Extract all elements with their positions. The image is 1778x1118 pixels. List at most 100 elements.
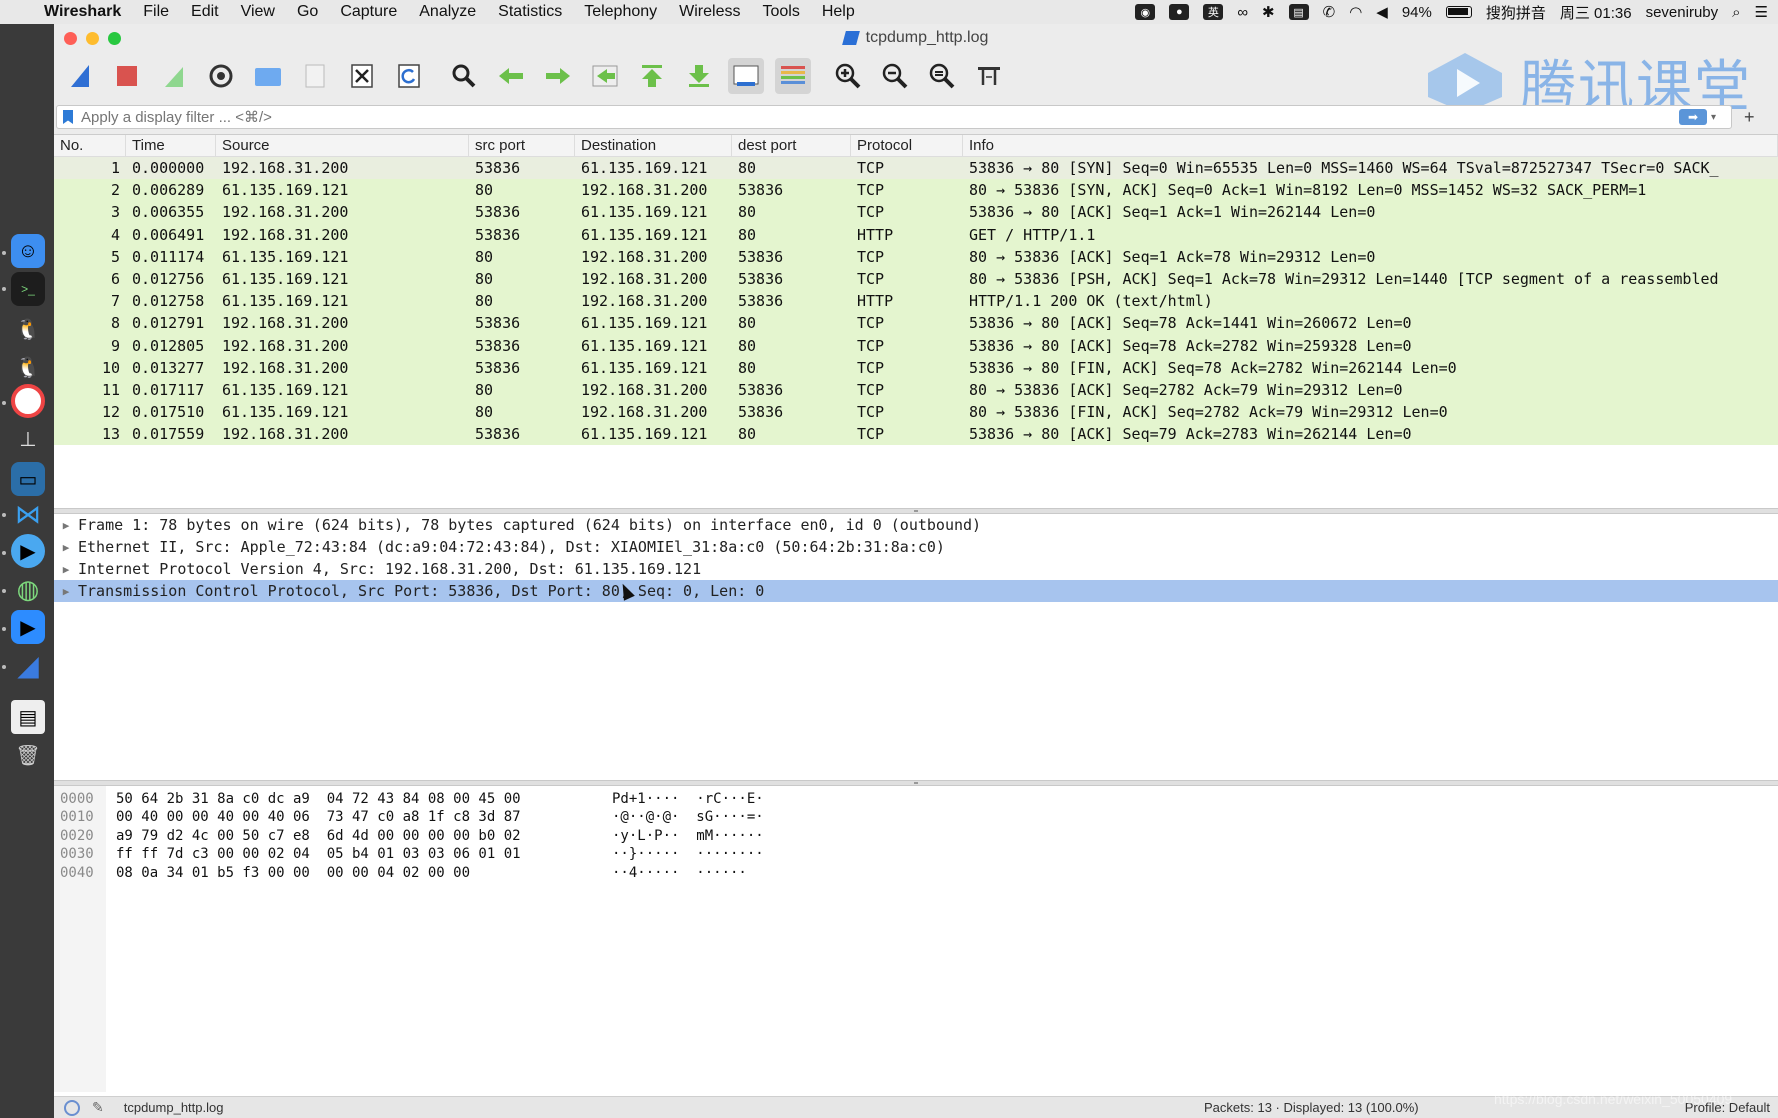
ascii-line[interactable]: Pd+1···· ·rC···E· [612,790,764,808]
autoscroll-button[interactable] [728,58,764,94]
packet-row[interactable]: 8 0.012791 192.168.31.200 53836 61.135.169.1… [54,312,1778,335]
packet-row[interactable]: 1 0.000000 192.168.31.200 53836 61.135.169.1… [54,157,1778,180]
terminal-icon[interactable]: >_ [11,272,45,306]
stop-capture-button[interactable] [109,58,145,94]
menu-tools[interactable]: Tools [762,3,799,21]
hex-line[interactable]: a9 79 d2 4c 00 50 c7 e8 6d 4d 00 00 00 0… [116,827,612,845]
ascii-line[interactable]: ·@··@·@· sG····=· [612,808,764,826]
expert-info-icon[interactable] [64,1099,80,1116]
column-header-source[interactable]: Source [216,135,469,157]
resize-columns-button[interactable] [971,58,1007,94]
colorize-button[interactable] [775,58,811,94]
open-file-button[interactable] [250,58,286,94]
expand-arrow-icon[interactable]: ▶ [54,519,78,532]
go-forward-button[interactable] [540,58,576,94]
packet-row[interactable]: 6 0.012756 61.135.169.121 80 192.168.31.200 5… [54,267,1778,291]
ascii-line[interactable]: ··}····· ········ [612,845,764,863]
menu-statistics[interactable]: Statistics [498,3,562,21]
bookmark-icon[interactable] [63,110,73,124]
virtual-machine-icon[interactable]: ▭ [11,462,45,496]
zoom-window-button[interactable] [108,32,121,45]
spotlight-search-icon[interactable]: ⌕ [1732,4,1740,21]
column-header-destination[interactable]: Destination [575,135,732,157]
go-to-packet-button[interactable] [587,58,623,94]
hex-line[interactable]: ff ff 7d c3 00 00 02 04 05 b4 01 03 03 0… [116,845,612,863]
start-capture-button[interactable] [62,58,98,94]
menu-capture[interactable]: Capture [340,3,397,21]
menu-file[interactable]: File [143,3,169,21]
zoom-out-button[interactable] [877,58,913,94]
column-header-src-port[interactable]: src port [469,135,575,157]
phone-icon[interactable]: ✆ [1323,3,1336,21]
menubar-clock[interactable]: 周三 01:36 [1560,2,1632,23]
first-packet-button[interactable] [634,58,670,94]
packet-row[interactable]: 2 0.006289 61.135.169.121 80 192.168.31.200 5… [54,179,1778,202]
ascii-line[interactable]: ·y·L·P·· mM······ [612,827,764,845]
column-header-time[interactable]: Time [126,135,216,157]
column-header-dest-port[interactable]: dest port [732,135,851,157]
notification-center-icon[interactable]: ☰ [1755,3,1768,21]
packet-row[interactable]: 10 0.013277 192.168.31.200 53836 61.135.169.… [54,356,1778,379]
save-file-button[interactable] [297,58,333,94]
packet-row[interactable]: 3 0.006355 192.168.31.200 53836 61.135.169.1… [54,201,1778,224]
add-filter-button[interactable]: + [1744,107,1755,128]
ascii-dump[interactable]: Pd+1···· ·rC···E· ·@··@·@· sG····=· ·y·L… [612,786,764,1096]
packet-row[interactable]: 11 0.017117 61.135.169.121 80 192.168.31.200… [54,378,1778,402]
find-packet-button[interactable] [446,58,482,94]
normal-size-button[interactable] [924,58,960,94]
detail-row-frame[interactable]: ▶ Frame 1: 78 bytes on wire (624 bits), 7… [54,514,1778,536]
display-filter-input[interactable] [81,108,1679,126]
menu-go[interactable]: Go [297,3,318,21]
menu-wireless[interactable]: Wireless [679,3,740,21]
input-method-label[interactable]: 搜狗拼音 [1486,2,1546,23]
detail-row-tcp[interactable]: ▶ Transmission Control Protocol, Src Port… [54,580,1778,602]
mic-icon[interactable]: ● [1169,4,1190,20]
hex-dump[interactable]: 50 64 2b 31 8a c0 dc a9 04 72 43 84 08 0… [106,786,612,1096]
glasses-icon[interactable]: ∞ [1237,4,1248,21]
zoom-in-button[interactable] [830,58,866,94]
volume-icon[interactable]: ◀ [1376,3,1388,21]
battery-icon[interactable] [1445,6,1472,18]
restart-capture-button[interactable] [156,58,192,94]
packet-row[interactable]: 9 0.012805 192.168.31.200 53836 61.135.169.1… [54,334,1778,357]
menubar-user[interactable]: seveniruby [1646,4,1719,21]
documents-folder-icon[interactable]: ▤ [11,700,45,734]
wifi-icon[interactable]: ◠ [1349,3,1362,21]
expand-arrow-icon[interactable]: ▶ [54,585,78,598]
ascii-line[interactable]: ··4····· ······ [612,864,764,882]
hex-line[interactable]: 00 40 00 00 40 00 40 06 73 47 c0 a8 1f c… [116,808,612,826]
tencent-classroom-icon[interactable]: ▶ [11,534,45,568]
expand-arrow-icon[interactable]: ▶ [54,563,78,576]
detail-row-ipv4[interactable]: ▶ Internet Protocol Version 4, Src: 192.1… [54,558,1778,580]
hex-line[interactable]: 08 0a 34 01 b5 f3 00 00 00 00 04 02 00 0… [116,864,612,882]
minimize-window-button[interactable] [86,32,99,45]
packet-row[interactable]: 5 0.011174 61.135.169.121 80 192.168.31.200 5… [54,245,1778,268]
app-menu[interactable]: Wireshark [44,3,121,21]
last-packet-button[interactable] [681,58,717,94]
apply-filter-button[interactable]: ➡ [1679,109,1707,125]
column-header-no[interactable]: No. [54,135,126,157]
menu-telephony[interactable]: Telephony [584,3,657,21]
packet-row[interactable]: 12 0.017510 61.135.169.121 80 192.168.31.200… [54,401,1778,424]
packet-row[interactable]: 7 0.012758 61.135.169.121 80 192.168.31.200 5… [54,290,1778,313]
menu-help[interactable]: Help [822,3,855,21]
reload-file-button[interactable] [391,58,427,94]
keyboard-icon[interactable]: ▤ [1288,4,1309,20]
qq-penguin-icon-2[interactable]: 🐧 [11,350,45,384]
zoom-icon[interactable]: ▶ [11,610,45,644]
column-header-protocol[interactable]: Protocol [851,135,963,157]
packet-row[interactable]: 4 0.006491 192.168.31.200 53836 61.135.169.1… [54,223,1778,246]
input-method-icon[interactable]: 英 [1203,4,1224,20]
detail-row-ethernet[interactable]: ▶ Ethernet II, Src: Apple_72:43:84 (dc:a9… [54,536,1778,558]
hex-line[interactable]: 50 64 2b 31 8a c0 dc a9 04 72 43 84 08 0… [116,790,612,808]
bluetooth-icon[interactable]: ✱ [1262,3,1275,21]
wireshark-icon[interactable]: ◢ [11,648,45,682]
qq-penguin-icon[interactable]: 🐧 [11,312,45,346]
expand-arrow-icon[interactable]: ▶ [54,541,78,554]
vscode-icon[interactable]: ⋈ [11,497,45,531]
filter-history-dropdown[interactable]: ▾ [1711,112,1725,123]
chrome-icon[interactable] [11,384,45,418]
close-file-button[interactable] [344,58,380,94]
column-header-info[interactable]: Info [963,135,1778,157]
trash-icon[interactable]: 🗑 [11,738,45,772]
